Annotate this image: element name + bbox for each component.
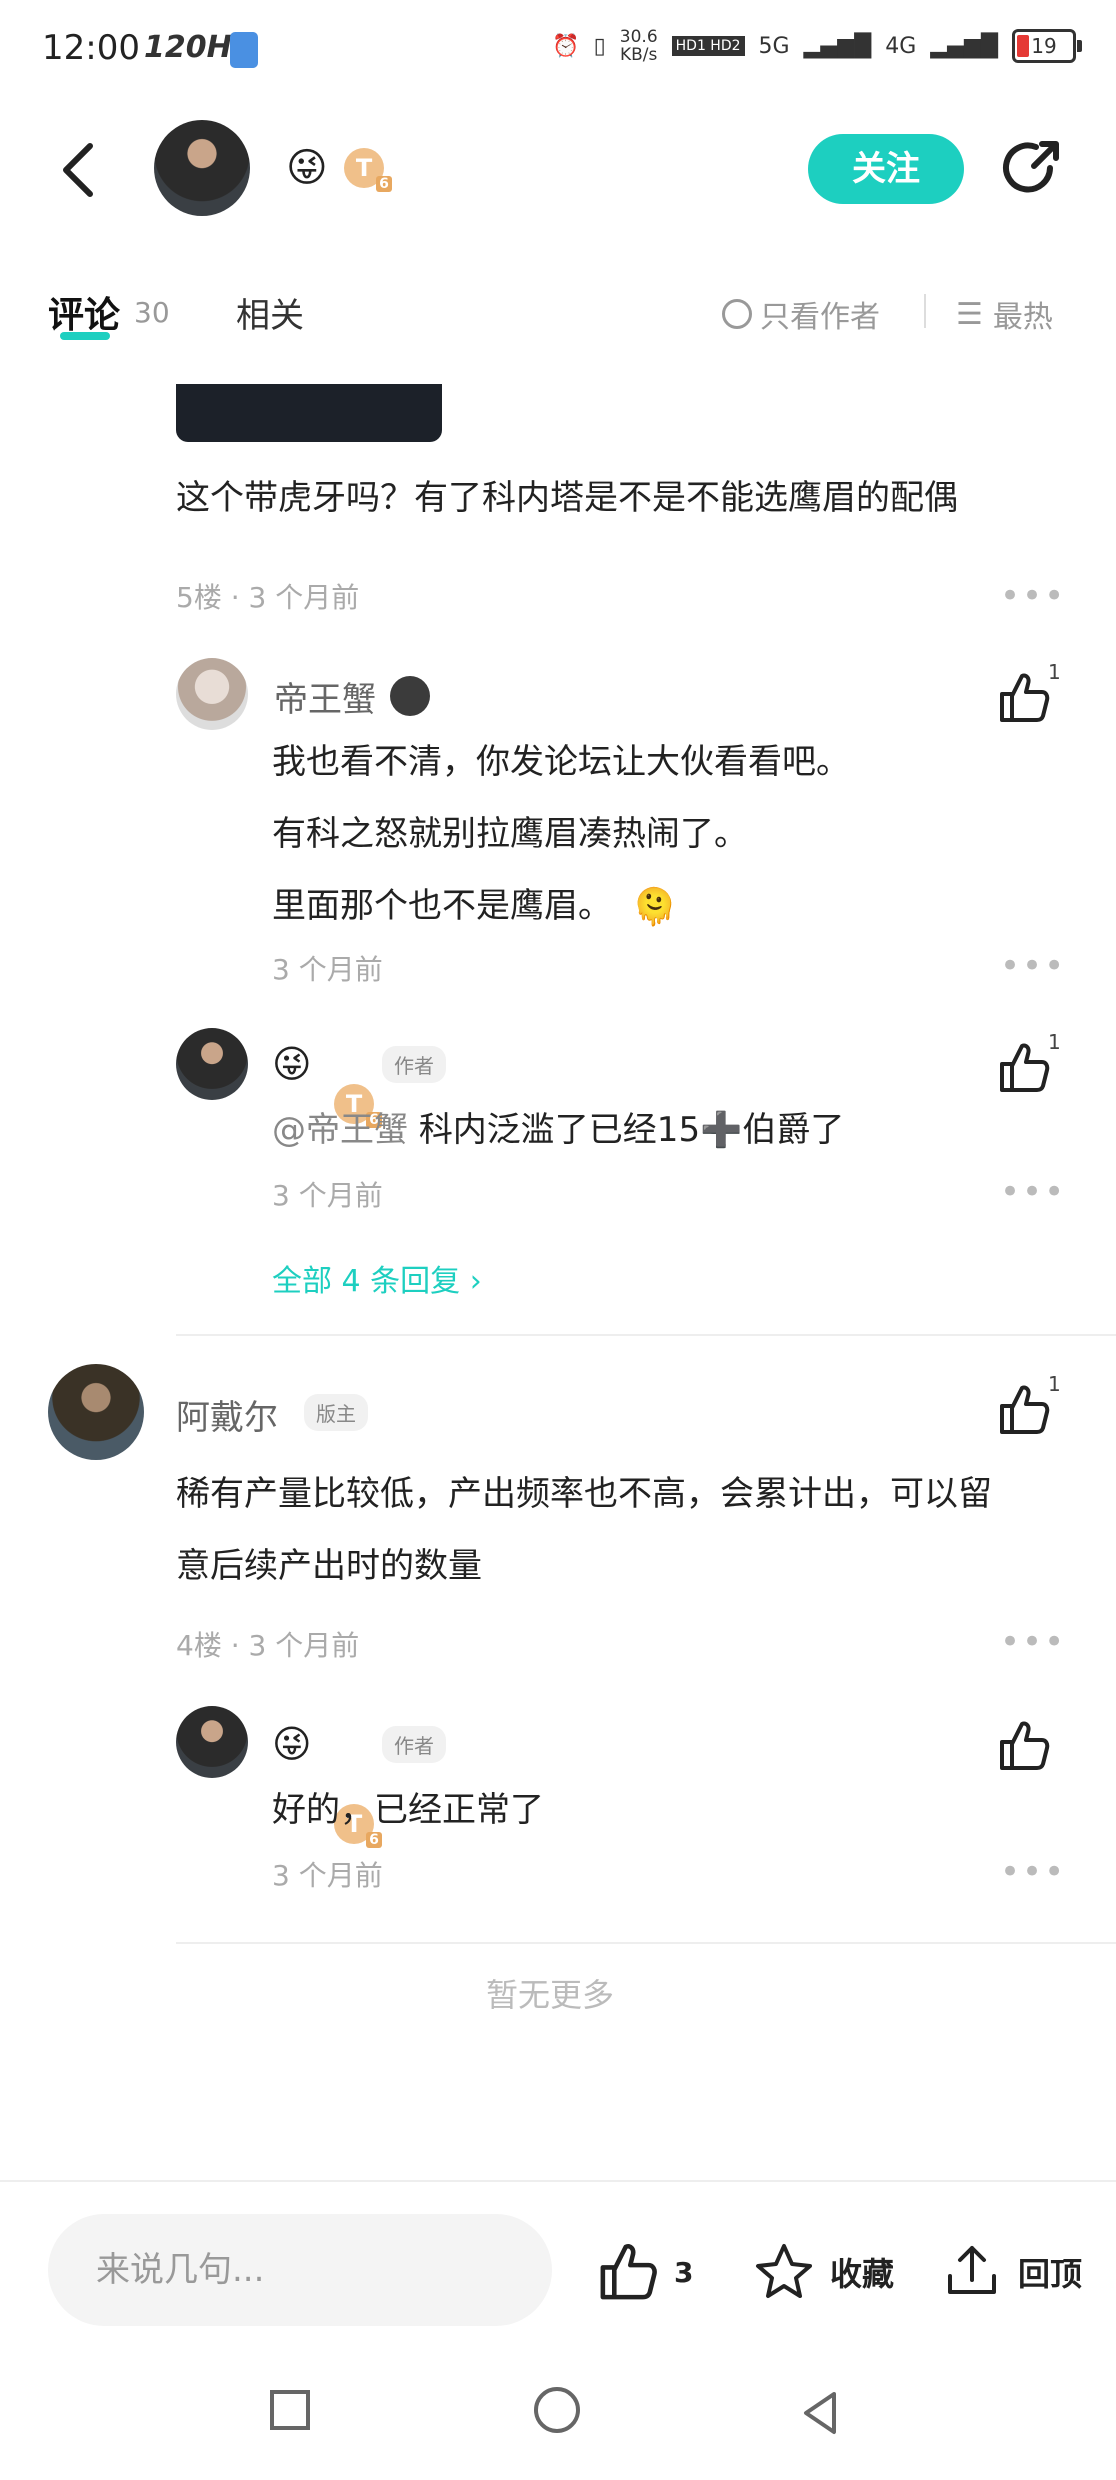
comment-text: 意后续产出时的数量 — [176, 1546, 482, 1586]
reply-text: 有科之怒就别拉鹰眉凑热闹了。 — [272, 814, 748, 854]
divider — [924, 294, 926, 328]
reply-text: 里面那个也不是鹰眉。 — [272, 886, 612, 926]
reply-time: 3 个月前 — [272, 1179, 383, 1212]
melting-face-emoji: 🫠 — [632, 887, 677, 928]
like-count: 1 — [1048, 1372, 1061, 1396]
home-icon[interactable] — [534, 2387, 580, 2433]
status-bar: 12:00 120Hz ⏰ ▯ 30.6 KB/s HD1 HD2 5G ▂▄▆█… — [0, 0, 1116, 100]
like-button[interactable]: 3 — [596, 2240, 693, 2304]
comment-text: 稀有产量比较低，产出频率也不高，会累计出，可以留 — [176, 1474, 992, 1514]
like-icon[interactable] — [996, 670, 1052, 726]
like-count: 1 — [1048, 660, 1061, 684]
like-icon[interactable] — [996, 1040, 1052, 1096]
avatar[interactable] — [176, 1028, 248, 1100]
like-icon[interactable] — [996, 1382, 1052, 1438]
back-icon[interactable] — [56, 140, 100, 200]
favorite-button[interactable]: 收藏 — [752, 2240, 894, 2304]
clock: 12:00 — [42, 28, 140, 68]
comment-input[interactable]: 来说几句... — [48, 2214, 552, 2326]
view-all-replies-link[interactable]: 全部 4 条回复 › — [272, 1256, 482, 1300]
divider — [176, 1334, 1116, 1336]
radio-icon — [722, 299, 752, 329]
chevron-right-icon: › — [469, 1264, 482, 1299]
reply-text: @帝王蟹 科内泛滥了已经15➕伯爵了 — [272, 1110, 845, 1150]
name-emoji: 😜 — [272, 1042, 312, 1086]
reply-author[interactable]: 帝王蟹 — [274, 672, 376, 721]
signal-4g: 4G — [885, 33, 917, 59]
comment-text: 这个带虎牙吗？有了科内塔是不是不能选鹰眉的配偶 — [176, 478, 958, 518]
avatar[interactable] — [48, 1364, 144, 1460]
divider — [176, 1942, 1116, 1944]
no-more-text: 暂无更多 — [486, 1976, 615, 2014]
like-count: 3 — [674, 2255, 694, 2289]
hd-icon: HD1 HD2 — [671, 36, 745, 56]
avatar[interactable] — [176, 658, 248, 730]
reply-text: 我也看不清，你发论坛让大伙看看吧。 — [272, 742, 850, 782]
more-icon[interactable]: ••• — [1000, 1852, 1066, 1892]
more-icon[interactable]: ••• — [1000, 1172, 1066, 1212]
mention-link[interactable]: @帝王蟹 — [272, 1110, 408, 1150]
reply-time: 3 个月前 — [272, 1859, 383, 1892]
author-tag: 作者 — [382, 1726, 446, 1763]
sort-button[interactable]: ☰ 最热 — [956, 292, 1053, 336]
moderator-badge: 版主 — [304, 1394, 368, 1431]
follow-button[interactable]: 关注 — [808, 134, 964, 204]
reply-text: 好的，已经正常了 — [272, 1790, 544, 1830]
name-emoji: 😜 — [286, 145, 328, 191]
crown-icon — [390, 676, 430, 716]
back-nav-icon[interactable] — [800, 2390, 840, 2436]
star-icon — [756, 2244, 812, 2298]
tab-comments[interactable]: 评论 — [48, 286, 120, 338]
more-icon[interactable]: ••• — [1000, 576, 1066, 616]
vibrate-icon: ▯ — [593, 33, 606, 59]
comment-image[interactable] — [176, 384, 442, 442]
back-to-top-button[interactable]: 回顶 — [940, 2240, 1082, 2304]
network-speed: 30.6 KB/s — [619, 27, 658, 65]
recent-apps-icon[interactable] — [270, 2390, 310, 2430]
signal-bars-icon: ▂▄▆█ — [803, 33, 872, 59]
signal-bars-icon: ▂▄▆█ — [930, 33, 998, 59]
avatar[interactable] — [176, 1706, 248, 1778]
tab-indicator — [60, 332, 110, 340]
comment-meta: 4楼 · 3 个月前 — [176, 1629, 360, 1662]
comment-author[interactable]: 阿戴尔 — [176, 1390, 278, 1439]
sort-icon: ☰ — [956, 296, 983, 332]
author-only-toggle[interactable]: 只看作者 — [722, 292, 880, 336]
like-icon[interactable] — [996, 1718, 1052, 1774]
name-emoji: 😜 — [272, 1722, 312, 1766]
signal-5g: 5G — [758, 33, 790, 59]
alarm-icon: ⏰ — [552, 33, 580, 59]
like-icon — [600, 2244, 657, 2300]
like-count: 1 — [1048, 1030, 1061, 1054]
reply-time: 3 个月前 — [272, 953, 383, 986]
comments-count: 30 — [134, 296, 170, 329]
more-icon[interactable]: ••• — [1000, 946, 1066, 986]
author-tag: 作者 — [382, 1046, 446, 1083]
comment-meta: 5楼 · 3 个月前 — [176, 581, 360, 614]
share-icon[interactable] — [1000, 136, 1064, 200]
upload-icon — [948, 2246, 996, 2294]
more-icon[interactable]: ••• — [1000, 1622, 1066, 1662]
level-badge: T — [344, 148, 392, 192]
avatar[interactable] — [154, 120, 250, 216]
battery-icon: 19 — [1012, 29, 1082, 63]
tab-related[interactable]: 相关 — [236, 288, 304, 337]
notification-icon — [230, 32, 258, 68]
